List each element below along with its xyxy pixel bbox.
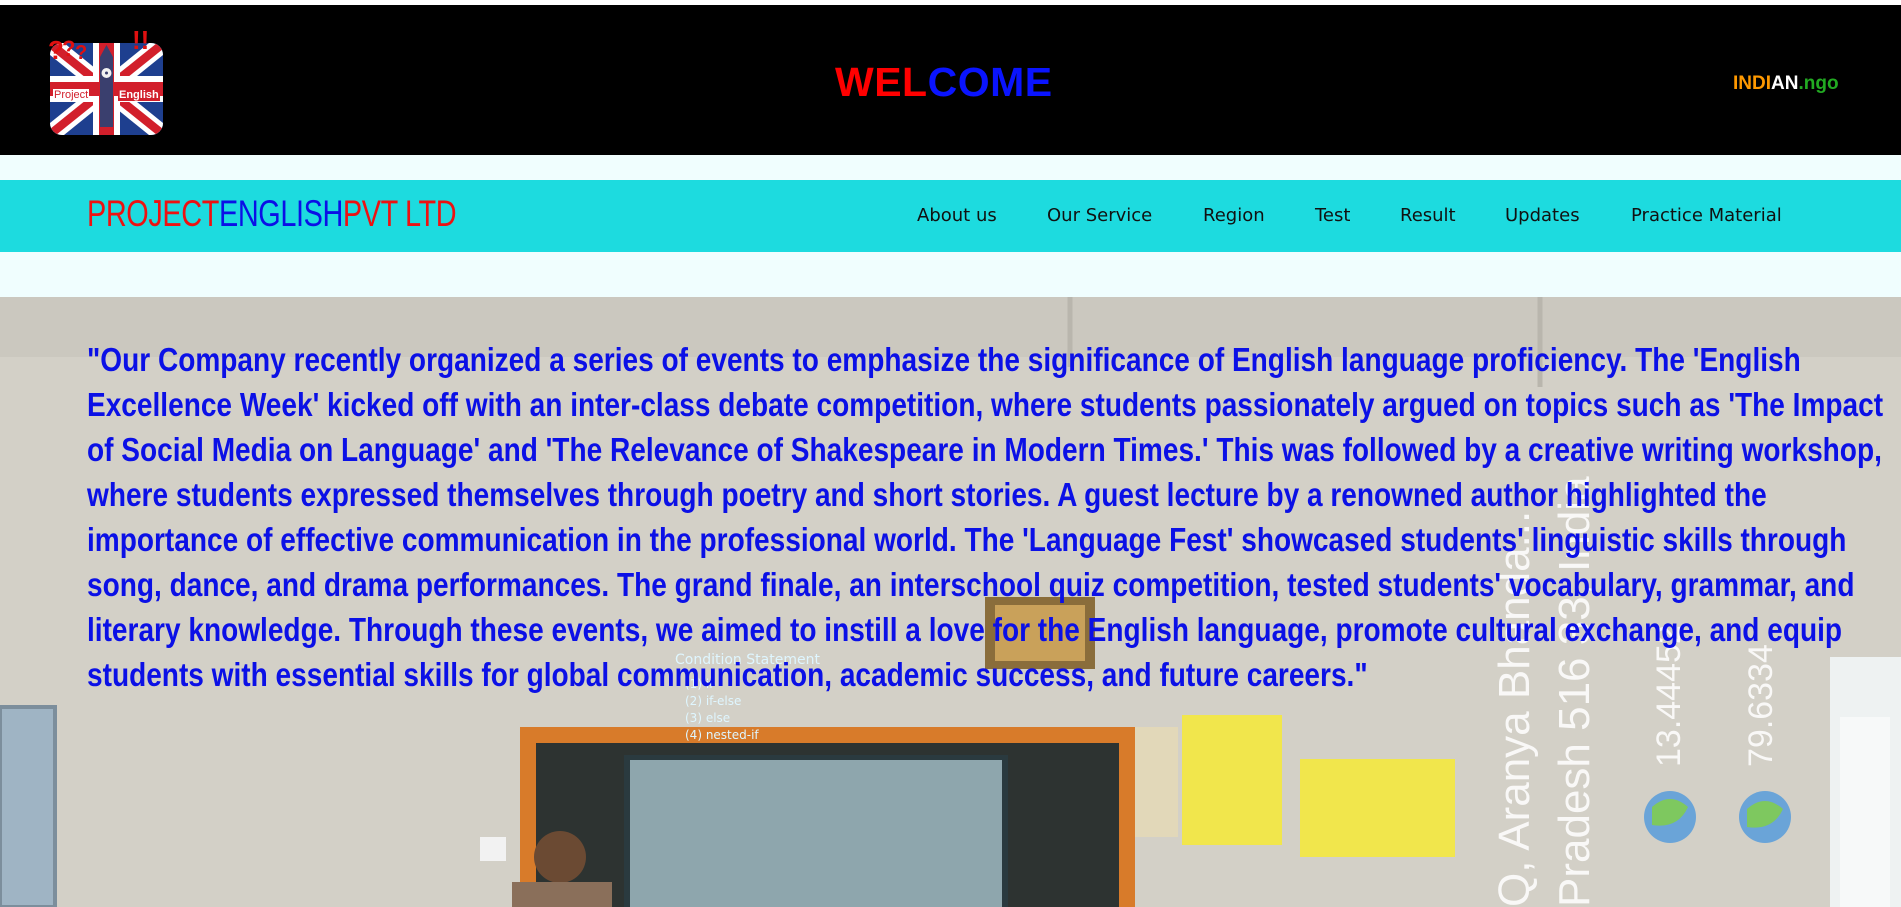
main-navbar: PROJECTENGLISHPVT LTD About us Our Servi… (0, 180, 1901, 252)
top-header: Project English ? ? ? !! WELCOME INDIAN.… (0, 5, 1901, 155)
welcome-part-blue: COME (927, 59, 1053, 105)
board-line-3: (3) else (685, 711, 731, 725)
nav-practice-material[interactable]: Practice Material (1631, 204, 1782, 228)
nav-links: About us Our Service Region Test Result … (0, 180, 1901, 252)
svg-text:!!: !! (132, 29, 149, 55)
indian-ngo-link[interactable]: INDIAN.ngo (1733, 72, 1839, 96)
nav-test[interactable]: Test (1315, 204, 1350, 228)
events-paragraph: "Our Company recently organized a series… (87, 341, 1884, 693)
nav-region[interactable]: Region (1203, 204, 1265, 228)
ngo-part-white: AN (1771, 73, 1799, 94)
ngo-part-green: .ngo (1798, 73, 1839, 94)
ngo-part-orange: INDI (1733, 73, 1771, 94)
nav-about-us[interactable]: About us (917, 204, 997, 228)
welcome-heading: WELCOME (835, 58, 1053, 106)
logo-label-project: Project (53, 89, 90, 101)
logo-label-english: English (118, 89, 160, 101)
board-line-4: (4) nested-if (685, 728, 759, 742)
header-spacer (0, 155, 1901, 180)
navbar-spacer (0, 252, 1901, 297)
svg-text:?: ? (75, 42, 87, 64)
question-marks-icon: ? ? ? !! (48, 29, 149, 65)
welcome-part-red: WEL (835, 59, 928, 105)
hero-section: Condition Statement (1) if (2) if-else (… (0, 297, 1901, 907)
nav-updates[interactable]: Updates (1505, 204, 1580, 228)
svg-text:?: ? (62, 36, 75, 61)
nav-our-service[interactable]: Our Service (1047, 204, 1152, 228)
nav-result[interactable]: Result (1400, 204, 1456, 228)
